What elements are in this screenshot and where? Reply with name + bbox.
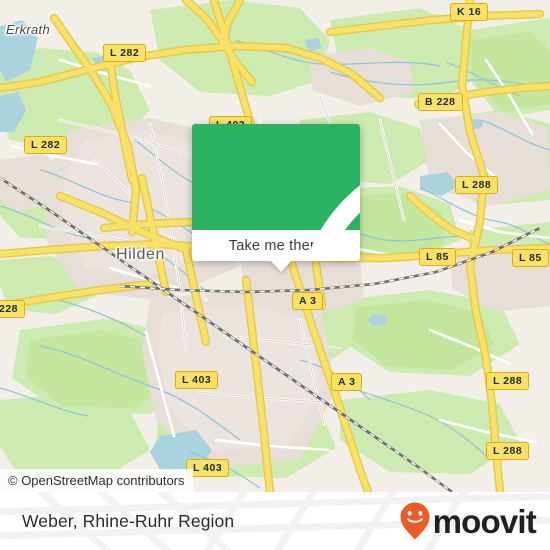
location-pin-icon <box>305 185 360 261</box>
popup-header <box>192 124 360 261</box>
road-shield-a3-n[interactable]: A 3 <box>292 292 324 310</box>
moovit-smiley-pin-icon <box>400 502 430 540</box>
popup-body: Take me there <box>192 124 360 261</box>
place-label-erkrath: Erkrath <box>6 22 51 37</box>
road-shield-l403-sw[interactable]: L 403 <box>175 371 219 389</box>
osm-attribution[interactable]: © OpenStreetMap contributors <box>0 469 193 492</box>
place-label-hilden: Hilden <box>116 246 165 263</box>
road-shield-l85-e[interactable]: L 85 <box>512 249 549 267</box>
footer-bar: Weber, Rhine-Ruhr Region moovit <box>0 492 550 550</box>
screenshot-root: Erkrath Hilden K 16 L 282 B 228 L 403 L … <box>0 0 550 550</box>
road-shield-l282-n[interactable]: L 282 <box>103 44 147 62</box>
road-shield-k16[interactable]: K 16 <box>450 3 489 21</box>
popup-tail-pointer <box>270 260 292 272</box>
road-shield-l288-se[interactable]: L 288 <box>486 372 530 390</box>
road-shield-228-w[interactable]: 228 <box>0 300 26 318</box>
road-shield-a3-s[interactable]: A 3 <box>331 373 363 391</box>
location-title: Weber, Rhine-Ruhr Region <box>22 492 234 550</box>
road-shield-l288-s[interactable]: L 288 <box>486 442 530 460</box>
osm-attribution-text: © OpenStreetMap contributors <box>8 473 185 488</box>
road-shield-b228-ne[interactable]: B 228 <box>418 93 463 111</box>
road-shield-l85-c[interactable]: L 85 <box>419 248 456 266</box>
map-canvas[interactable]: Erkrath Hilden K 16 L 282 B 228 L 403 L … <box>0 0 550 492</box>
map-popup-callout[interactable]: Take me there <box>192 124 360 261</box>
road-shield-l282-w[interactable]: L 282 <box>24 136 68 154</box>
moovit-logo[interactable]: moovit <box>400 492 537 550</box>
moovit-wordmark: moovit <box>432 502 537 540</box>
location-title-text: Weber, Rhine-Ruhr Region <box>22 510 235 531</box>
road-shield-l288-ne[interactable]: L 288 <box>455 176 499 194</box>
